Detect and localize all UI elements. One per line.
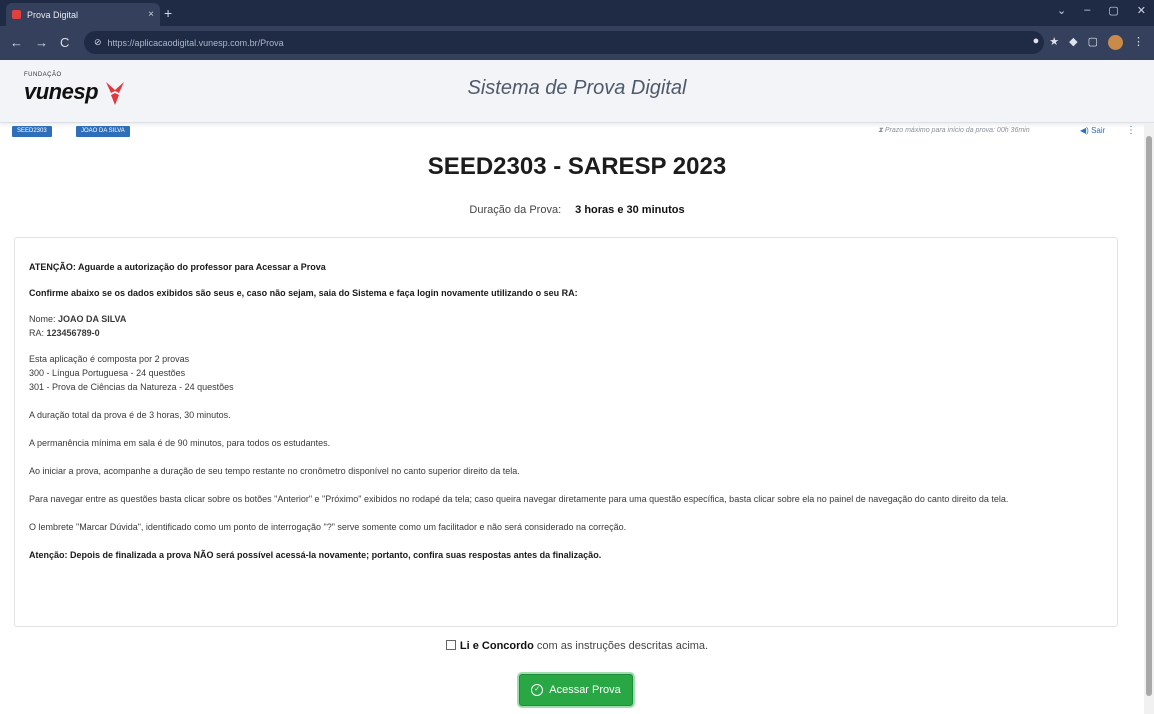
logout-link[interactable]: ◀) Sair — [1080, 126, 1105, 135]
close-tab-icon[interactable]: × — [148, 9, 154, 20]
total-duration-text: A duração total da prova é de 3 horas, 3… — [29, 410, 231, 420]
reload-icon[interactable]: C — [60, 35, 69, 50]
agree-row: Li e Concordo com as instruções descrita… — [0, 640, 1154, 652]
back-icon[interactable]: ← — [10, 35, 23, 50]
attention-text: ATENÇÃO: Aguarde a autorização do profes… — [29, 262, 326, 272]
favicon-icon — [12, 10, 21, 19]
duration-value: 3 horas e 30 minutos — [575, 204, 685, 216]
student-name-badge: JOAO DA SILVA — [76, 126, 130, 137]
extension-icon[interactable]: ● — [1033, 35, 1040, 50]
student-name-row: Nome: JOAO DA SILVA — [29, 312, 1103, 326]
profile-avatar[interactable] — [1108, 35, 1123, 50]
agree-checkbox[interactable] — [445, 640, 456, 650]
address-bar: ← → C ⊘ https://aplicacaodigital.vunesp.… — [0, 26, 1154, 60]
tab-title: Prova Digital — [27, 9, 79, 20]
scrollbar-thumb[interactable] — [1146, 136, 1152, 696]
test-item-2: 301 - Prova de Ciências da Natureza - 24… — [29, 382, 234, 392]
ra-label: RA: — [29, 328, 45, 338]
duration-label: Duração da Prova: — [469, 204, 562, 216]
timer-info-text: Ao iniciar a prova, acompanhe a duração … — [29, 466, 520, 476]
sidepanel-icon[interactable]: ▢ — [1088, 35, 1098, 50]
instructions-panel: ATENÇÃO: Aguarde a autorização do profes… — [14, 237, 1118, 627]
access-exam-label: Acessar Prova — [549, 684, 621, 696]
student-ra-row: RA: 123456789-0 — [29, 326, 1103, 340]
system-title: Sistema de Prova Digital — [467, 77, 687, 99]
agree-bold-label: Li e Concordo — [459, 640, 534, 652]
info-strip: SEED2303 JOAO DA SILVA ⧗ Prazo máximo pa… — [0, 124, 1154, 140]
extension-icon[interactable]: ◆ — [1069, 35, 1077, 50]
min-stay-text: A permanência mínima em sala é de 90 min… — [29, 438, 331, 448]
lock-icon: ⊘ — [94, 37, 102, 47]
browser-menu-icon[interactable]: ⋮ — [1133, 35, 1144, 50]
url-input[interactable]: ⊘ https://aplicacaodigital.vunesp.com.br… — [84, 31, 1044, 54]
deadline-label: Prazo máximo para início da prova: 00h 3… — [884, 127, 1030, 134]
extensions-area: ● ★ ◆ ▢ ⋮ — [1033, 35, 1144, 50]
final-warning-text: Atenção: Depois de finalizada a prova NÃ… — [29, 550, 602, 560]
navigation-info-text: Para navegar entre as questões basta cli… — [29, 494, 1009, 504]
logout-icon: ◀) — [1080, 126, 1089, 135]
url-text: https://aplicacaodigital.vunesp.com.br/P… — [107, 37, 284, 48]
hourglass-icon: ⧗ — [878, 127, 883, 134]
name-label: Nome: — [29, 314, 56, 324]
confirm-text: Confirme abaixo se os dados exibidos são… — [29, 288, 578, 298]
window-controls: ⌄ – ▢ ✕ — [1057, 4, 1146, 17]
test-item-1: 300 - Língua Portuguesa - 24 questões — [29, 368, 186, 378]
maximize-icon[interactable]: ▢ — [1108, 4, 1118, 17]
exam-title: SEED2303 - SARESP 2023 — [427, 153, 727, 180]
options-menu-icon[interactable]: ⋮ — [1126, 125, 1136, 136]
logout-label: Sair — [1091, 126, 1106, 135]
exam-duration: Duração da Prova: 3 horas e 30 minutos — [0, 204, 1154, 216]
check-circle-icon: ✓ — [531, 684, 544, 696]
new-tab-icon[interactable]: + — [164, 5, 172, 21]
tab-search-icon[interactable]: ⌄ — [1057, 4, 1066, 17]
access-exam-button[interactable]: ✓ Acessar Prova — [519, 674, 633, 706]
ra-value: 123456789-0 — [46, 328, 100, 338]
browser-tab[interactable]: Prova Digital × — [6, 3, 160, 26]
agree-rest-label: com as instruções descritas acima. — [536, 640, 709, 652]
close-window-icon[interactable]: ✕ — [1137, 4, 1146, 17]
page-scrollbar[interactable] — [1144, 124, 1154, 714]
composed-text: Esta aplicação é composta por 2 provas — [29, 354, 190, 364]
deadline-text: ⧗ Prazo máximo para início da prova: 00h… — [878, 127, 1030, 135]
bookmark-star-icon[interactable]: ★ — [1049, 35, 1059, 50]
site-header: FUNDAÇÃO vunesp Sistema de Prova Digital — [0, 60, 1154, 123]
browser-tab-bar: Prova Digital × + ⌄ – ▢ ✕ — [0, 0, 1154, 26]
exam-code-badge: SEED2303 — [12, 126, 52, 137]
doubt-info-text: O lembrete "Marcar Dúvida", identificado… — [29, 522, 627, 532]
forward-icon[interactable]: → — [35, 35, 48, 50]
minimize-icon[interactable]: – — [1084, 4, 1090, 17]
nav-buttons: ← → C — [10, 35, 69, 50]
name-value: JOAO DA SILVA — [58, 314, 127, 324]
